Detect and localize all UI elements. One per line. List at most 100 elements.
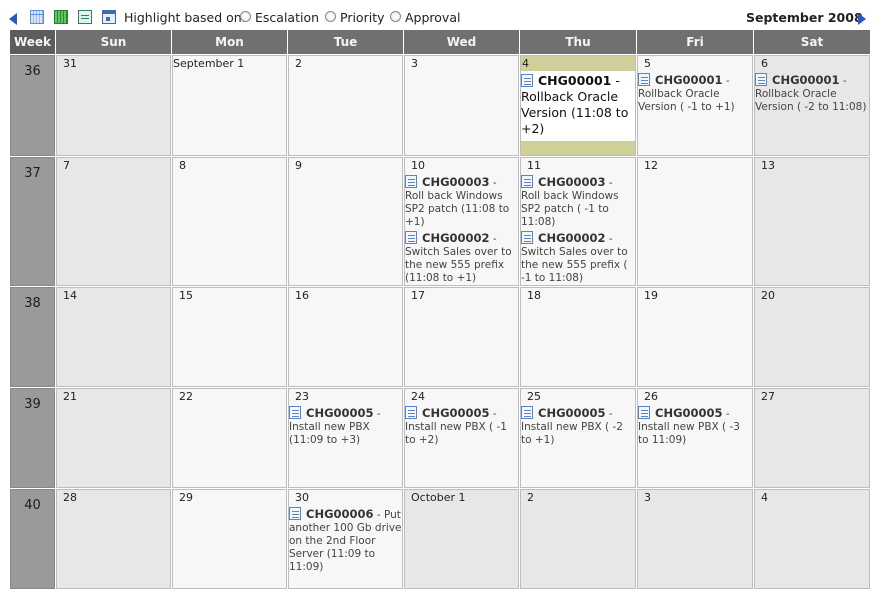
change-event[interactable]: CHG00005 - Install new PBX ( -2 to +1): [521, 406, 635, 447]
next-month-arrow-icon[interactable]: [858, 13, 866, 25]
week-number[interactable]: 36: [10, 55, 55, 156]
change-document-icon[interactable]: [405, 175, 417, 188]
change-id-link[interactable]: CHG00001: [772, 73, 840, 87]
day-number[interactable]: 5: [638, 56, 752, 71]
day-cell[interactable]: 28: [56, 489, 171, 589]
day-cell[interactable]: 17: [404, 287, 519, 387]
day-number[interactable]: 25: [521, 389, 635, 404]
day-number[interactable]: 11: [521, 158, 635, 173]
change-id-link[interactable]: CHG00002: [538, 231, 606, 245]
day-number[interactable]: 24: [405, 389, 518, 404]
day-cell[interactable]: 12: [637, 157, 753, 286]
change-document-icon[interactable]: [405, 231, 417, 244]
day-number[interactable]: 16: [289, 288, 402, 303]
day-number[interactable]: 18: [521, 288, 635, 303]
day-number[interactable]: 7: [57, 158, 170, 173]
priority-radio[interactable]: [325, 11, 336, 22]
day-cell[interactable]: September 1: [172, 55, 287, 156]
day-number[interactable]: 17: [405, 288, 518, 303]
day-cell[interactable]: 15: [172, 287, 287, 387]
day-number[interactable]: 12: [638, 158, 752, 173]
day-cell[interactable]: 3: [404, 55, 519, 156]
change-id-link[interactable]: CHG00001: [655, 73, 723, 87]
day-number[interactable]: 3: [638, 490, 752, 505]
day-number[interactable]: 10: [405, 158, 518, 173]
approval-radio-label[interactable]: Approval: [405, 10, 460, 25]
change-id-link[interactable]: CHG00003: [538, 175, 606, 189]
escalation-radio[interactable]: [240, 11, 251, 22]
change-id-link[interactable]: CHG00001: [538, 73, 611, 88]
priority-radio-label[interactable]: Priority: [340, 10, 385, 25]
day-number[interactable]: 20: [755, 288, 869, 303]
day-cell[interactable]: 3: [637, 489, 753, 589]
day-number[interactable]: 21: [57, 389, 170, 404]
change-event[interactable]: CHG00003 - Roll back Windows SP2 patch (…: [405, 175, 518, 229]
day-cell[interactable]: 31: [56, 55, 171, 156]
day-cell[interactable]: 9: [288, 157, 403, 286]
change-id-link[interactable]: CHG00005: [538, 406, 606, 420]
day-cell[interactable]: 4 CHG00001 - Rollback Oracle Version (11:…: [520, 55, 636, 156]
day-cell[interactable]: October 1: [404, 489, 519, 589]
change-document-icon[interactable]: [289, 507, 301, 520]
day-cell[interactable]: 16: [288, 287, 403, 387]
month-view-icon[interactable]: [30, 10, 44, 24]
change-id-link[interactable]: CHG00005: [422, 406, 490, 420]
day-cell[interactable]: 26 CHG00005 - Install new PBX ( -3 to 11:…: [637, 388, 753, 488]
day-number[interactable]: 9: [289, 158, 402, 173]
week-number[interactable]: 39: [10, 388, 55, 488]
change-event[interactable]: CHG00006 - Put another 100 Gb drive on t…: [289, 507, 402, 574]
day-number[interactable]: 22: [173, 389, 286, 404]
day-cell[interactable]: 2: [520, 489, 636, 589]
change-document-icon[interactable]: [521, 231, 533, 244]
week-view-icon[interactable]: [78, 10, 92, 24]
change-id-link[interactable]: CHG00005: [306, 406, 374, 420]
day-cell[interactable]: 20: [754, 287, 870, 387]
day-cell[interactable]: 21: [56, 388, 171, 488]
previous-month-arrow-icon[interactable]: [9, 13, 17, 25]
change-document-icon[interactable]: [289, 406, 301, 419]
change-event[interactable]: CHG00002 - Switch Sales over to the new …: [521, 231, 635, 285]
week-number[interactable]: 40: [10, 489, 55, 589]
week-number[interactable]: 38: [10, 287, 55, 387]
change-document-icon[interactable]: [638, 406, 650, 419]
day-number[interactable]: 30: [289, 490, 402, 505]
day-number[interactable]: 6: [755, 56, 869, 71]
day-number[interactable]: 27: [755, 389, 869, 404]
day-number[interactable]: 26: [638, 389, 752, 404]
day-cell[interactable]: 11 CHG00003 - Roll back Windows SP2 patch…: [520, 157, 636, 286]
day-number[interactable]: 15: [173, 288, 286, 303]
change-document-icon[interactable]: [521, 406, 533, 419]
change-id-link[interactable]: CHG00002: [422, 231, 490, 245]
change-event[interactable]: CHG00002 - Switch Sales over to the new …: [405, 231, 518, 285]
day-number[interactable]: 31: [57, 56, 170, 71]
day-cell[interactable]: 25 CHG00005 - Install new PBX ( -2 to +1): [520, 388, 636, 488]
day-cell[interactable]: 18: [520, 287, 636, 387]
day-cell[interactable]: 27: [754, 388, 870, 488]
day-number[interactable]: 23: [289, 389, 402, 404]
week-number[interactable]: 37: [10, 157, 55, 286]
change-event[interactable]: CHG00005 - Install new PBX (11:09 to +3): [289, 406, 402, 447]
day-cell[interactable]: 5 CHG00001 - Rollback Oracle Version ( -1…: [637, 55, 753, 156]
day-cell[interactable]: 2: [288, 55, 403, 156]
day-cell[interactable]: 13: [754, 157, 870, 286]
approval-radio[interactable]: [390, 11, 401, 22]
day-cell[interactable]: 30 CHG00006 - Put another 100 Gb drive on…: [288, 489, 403, 589]
day-number[interactable]: 28: [57, 490, 170, 505]
day-cell[interactable]: 4: [754, 489, 870, 589]
change-event[interactable]: CHG00005 - Install new PBX ( -1 to +2): [405, 406, 518, 447]
change-document-icon[interactable]: [755, 73, 767, 86]
day-cell[interactable]: 19: [637, 287, 753, 387]
day-cell[interactable]: 29: [172, 489, 287, 589]
day-number[interactable]: 4: [755, 490, 869, 505]
change-document-icon[interactable]: [638, 73, 650, 86]
day-cell[interactable]: 14: [56, 287, 171, 387]
day-number[interactable]: September 1: [173, 56, 286, 71]
day-cell[interactable]: 6 CHG00001 - Rollback Oracle Version ( -2…: [754, 55, 870, 156]
escalation-radio-label[interactable]: Escalation: [255, 10, 319, 25]
change-id-link[interactable]: CHG00006: [306, 507, 374, 521]
day-cell[interactable]: 23 CHG00005 - Install new PBX (11:09 to +…: [288, 388, 403, 488]
change-document-icon[interactable]: [405, 406, 417, 419]
day-number[interactable]: 8: [173, 158, 286, 173]
day-cell[interactable]: 7: [56, 157, 171, 286]
day-number[interactable]: 3: [405, 56, 518, 71]
